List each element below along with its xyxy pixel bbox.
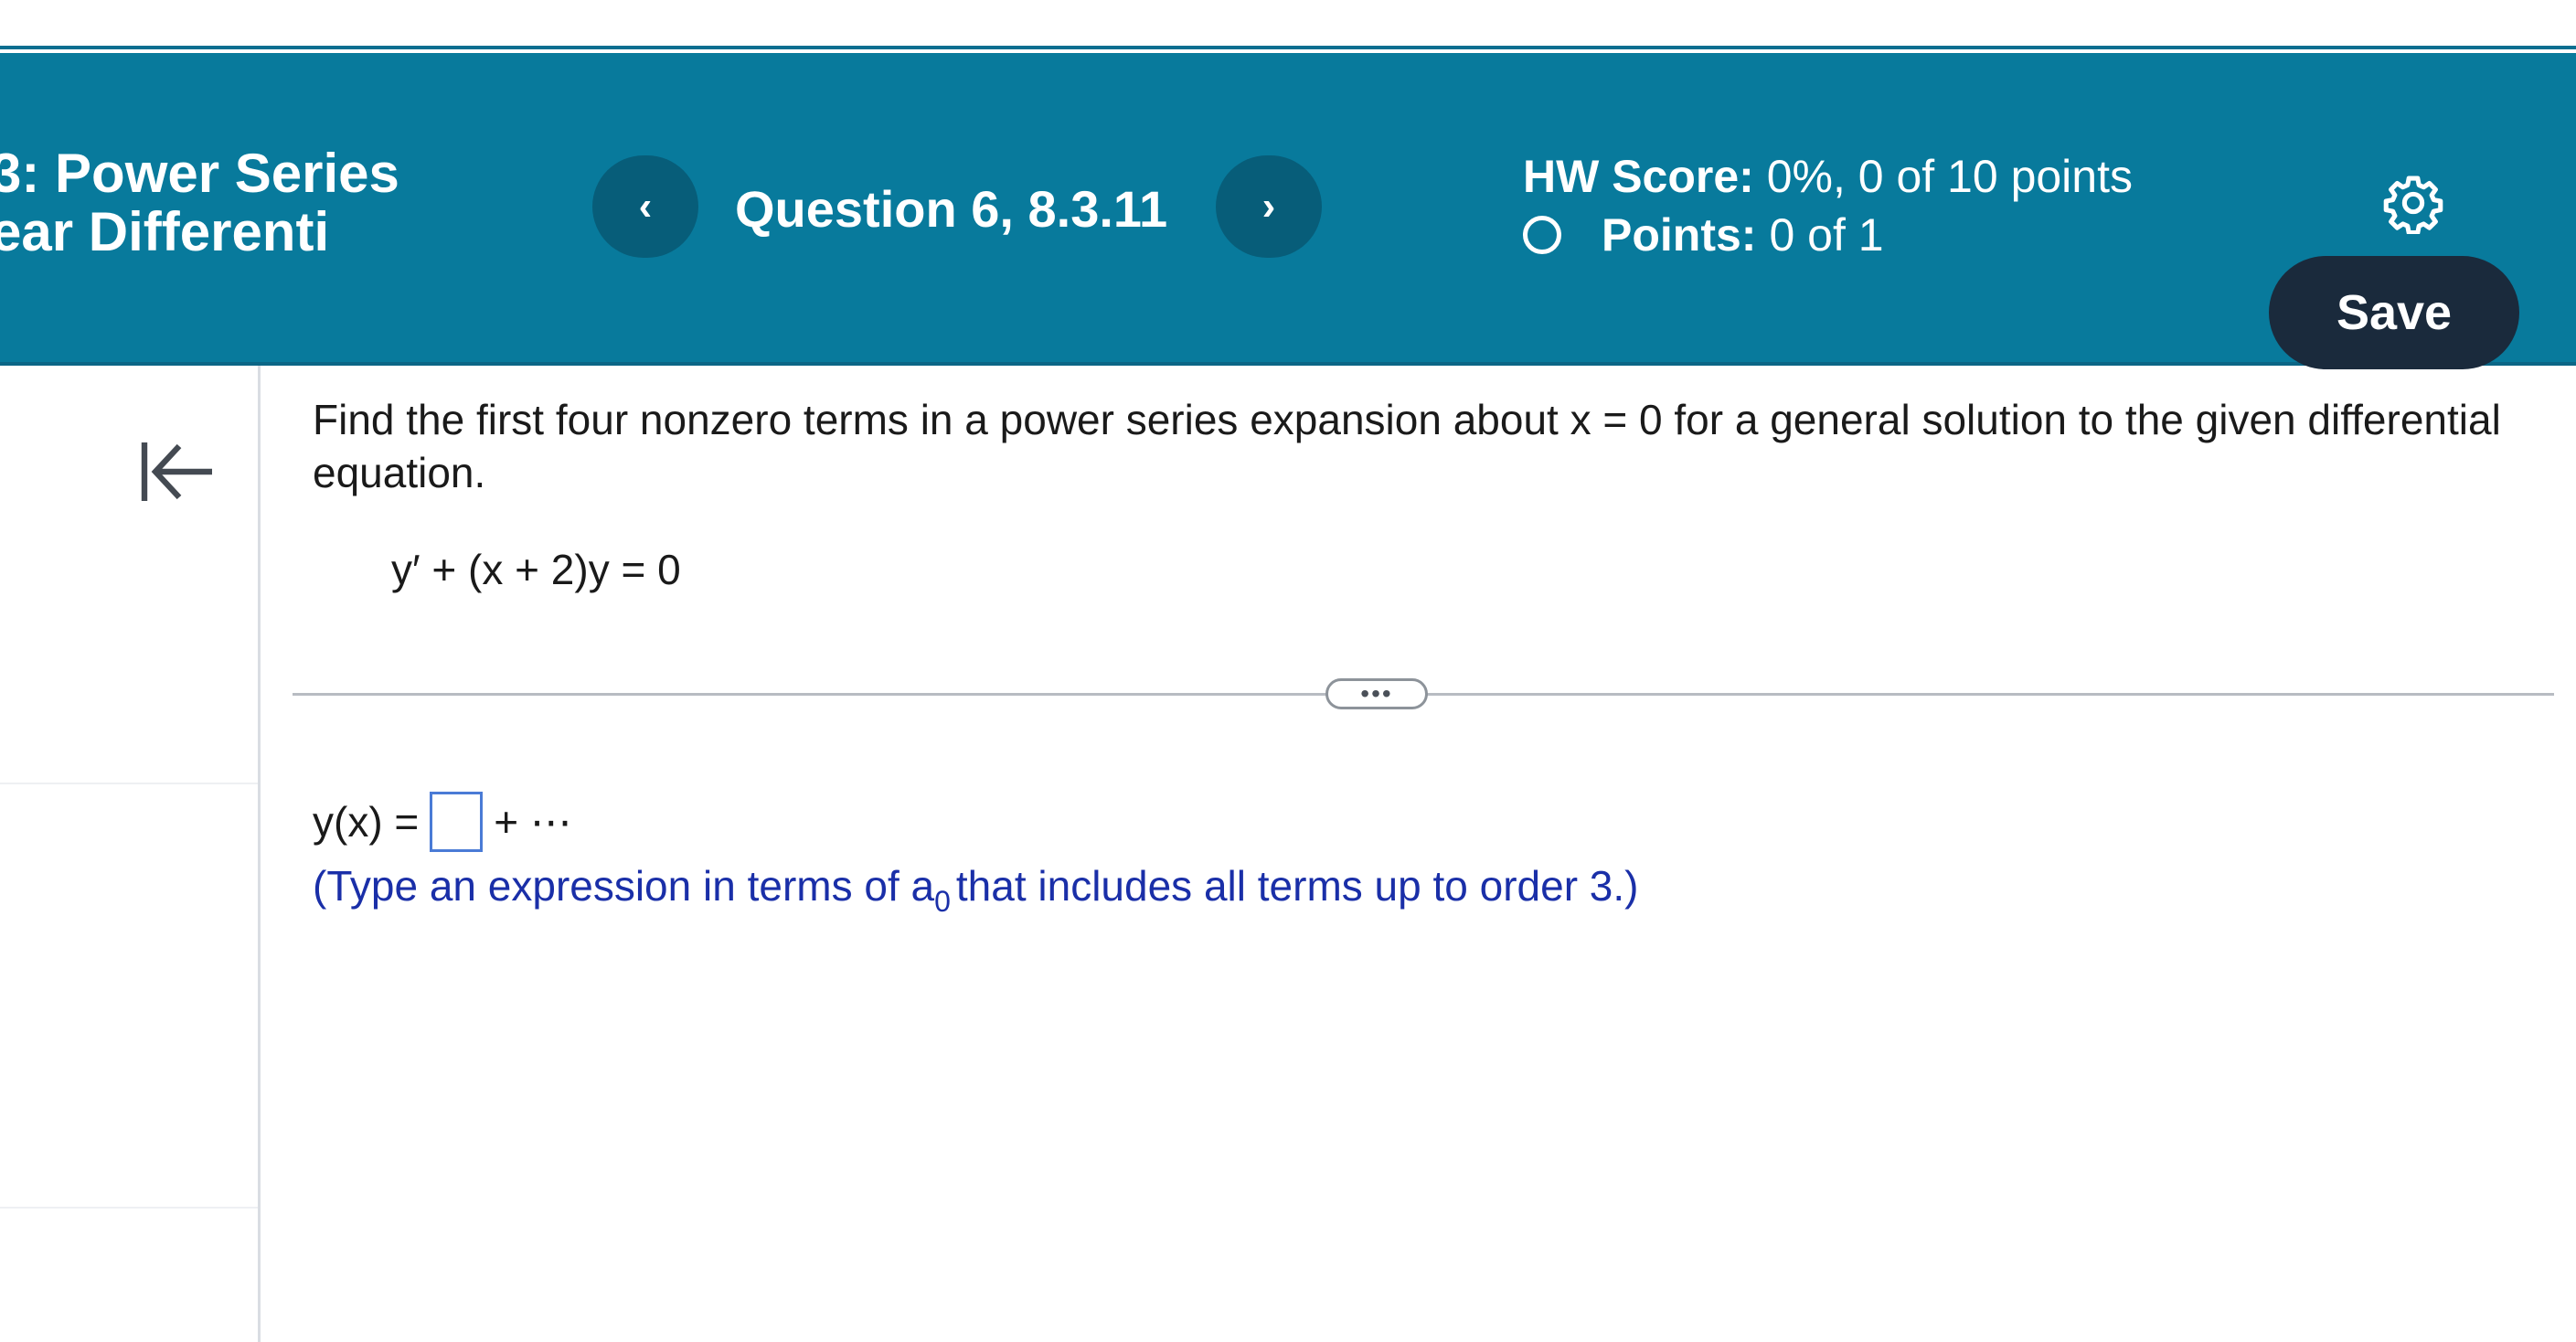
question-header: 3: Power Series ear Differenti ‹ Questio… (0, 53, 2576, 369)
gear-icon[interactable] (2382, 172, 2444, 234)
top-strip (0, 0, 2576, 49)
sidebar-divider (0, 1207, 258, 1209)
hint-suffix: that includes all terms up to order 3.) (955, 862, 1639, 910)
hint-subscript: 0 (934, 885, 951, 918)
hw-score-value: 0%, 0 of 10 points (1766, 151, 2133, 202)
next-question-button[interactable]: › (1216, 155, 1322, 258)
answer-suffix: + ⋯ (494, 798, 572, 846)
question-label: Question 6, 8.3.11 (735, 180, 1168, 238)
answer-input[interactable] (430, 792, 484, 852)
chapter-title: 3: Power Series ear Differenti (0, 143, 399, 262)
sidebar-divider (0, 783, 258, 784)
differential-equation: y′ + (x + 2)y = 0 (391, 546, 681, 593)
status-circle-icon (1523, 216, 1561, 254)
points-status: Points: 0 of 1 (1523, 208, 1884, 261)
collapse-left-icon[interactable] (135, 435, 218, 508)
chevron-left-icon: ‹ (638, 184, 653, 229)
hw-score: HW Score: 0%, 0 of 10 points (1523, 150, 2133, 203)
question-instructions: Find the first four nonzero terms in a p… (313, 396, 2501, 496)
answer-hint: (Type an expression in terms of a0 that i… (313, 861, 1639, 919)
answer-lhs: y(x) = (313, 798, 420, 846)
expand-handle-button[interactable]: ••• (1325, 678, 1428, 709)
left-sidebar (0, 366, 261, 1342)
chevron-right-icon: › (1261, 184, 1276, 229)
hint-prefix: (Type an expression in terms of a (313, 862, 935, 910)
hw-score-label: HW Score: (1523, 151, 1754, 202)
answer-row: y(x) = + ⋯ (313, 792, 572, 852)
points-label: Points: (1602, 209, 1757, 261)
save-button[interactable]: Save (2269, 256, 2519, 369)
points-value: 0 of 1 (1769, 209, 1884, 261)
previous-question-button[interactable]: ‹ (592, 155, 698, 258)
